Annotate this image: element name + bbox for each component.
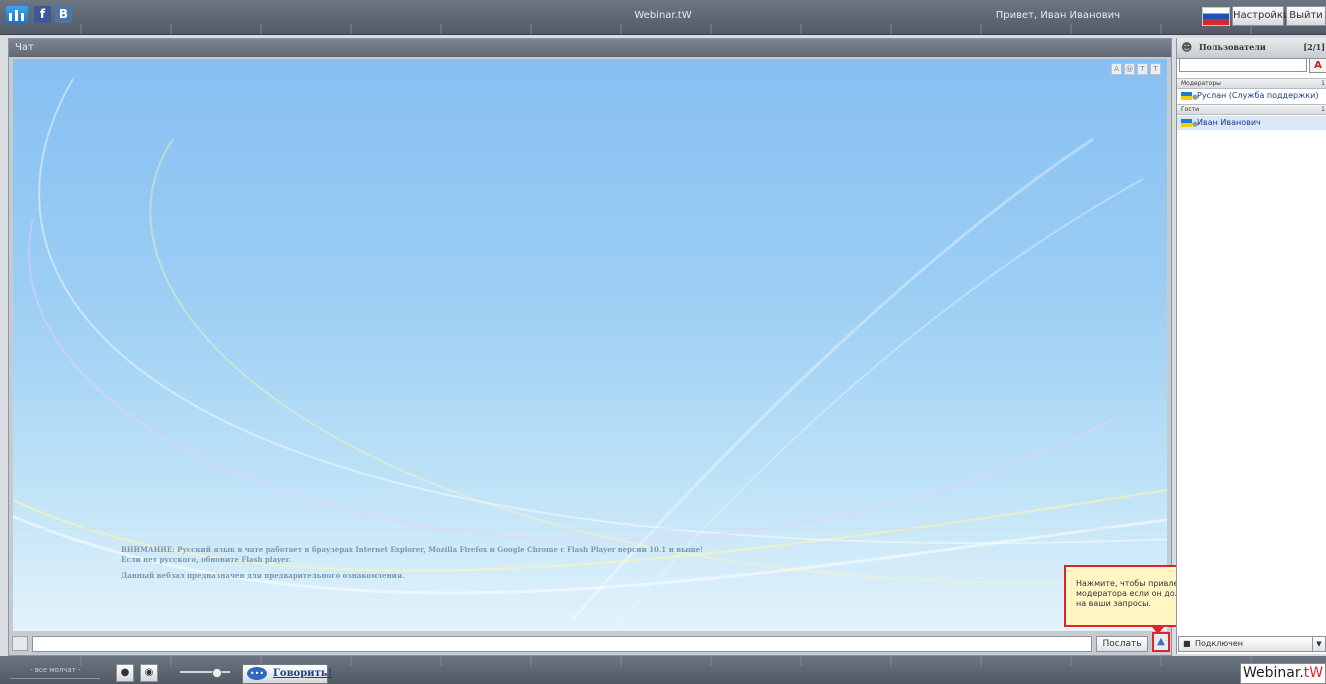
slider-knob[interactable] — [212, 668, 222, 678]
top-bar: f B Webinar.tW Привет, Иван Иванович Нас… — [0, 0, 1326, 35]
group-count: 1 — [1321, 80, 1325, 87]
font-style-icon[interactable]: A — [1309, 58, 1326, 73]
notice-line: ВНИМАНИЕ: Русский язык в чате работает в… — [121, 545, 704, 554]
send-button[interactable]: Послать — [1096, 636, 1148, 652]
chat-panel: Чат A @ T T ВНИМАНИЕ: Русский язык в чат… — [8, 38, 1172, 656]
chat-message-input[interactable] — [32, 636, 1092, 652]
group-count: 1 — [1321, 106, 1325, 113]
settings-button[interactable]: Настройки — [1232, 6, 1289, 26]
notice-line: Если нет русского, обновите Flash player… — [121, 555, 292, 564]
status-label: Подключен — [1195, 639, 1243, 648]
users-count: [2/1] — [1303, 42, 1325, 52]
mention-icon[interactable]: @ — [1124, 63, 1135, 75]
user-search-input[interactable] — [1179, 58, 1307, 72]
user-row[interactable]: ● Руслан (Служба поддержки) — [1177, 89, 1326, 103]
speaker-status-divider — [10, 678, 100, 679]
notice-line: Данный вебзал предназначен для предварит… — [121, 571, 405, 580]
chevron-down-icon[interactable]: ▼ — [1312, 637, 1325, 651]
users-icon: ☻ — [1181, 41, 1193, 54]
logout-button[interactable]: Выйти — [1286, 6, 1326, 26]
users-panel: ☻ Пользователи [2/1] A Модераторы 1 ● Ру… — [1176, 38, 1326, 654]
bottom-ornament — [0, 656, 1326, 666]
chat-tools: A @ T T — [1111, 63, 1161, 75]
country-flag-icon — [1181, 119, 1192, 127]
chat-input-row: Послать ▲ — [12, 632, 1172, 652]
users-header: ☻ Пользователи [2/1] — [1177, 38, 1326, 59]
chat-header: Чат — [9, 39, 1171, 57]
microphone-icon[interactable]: ● — [116, 664, 134, 682]
group-label: Модераторы — [1181, 80, 1221, 87]
mic-status-icon: ● — [1192, 120, 1199, 128]
connection-status-select[interactable]: ■ Подключен ▼ — [1178, 636, 1326, 652]
user-name: Иван Иванович — [1197, 118, 1261, 127]
group-guests[interactable]: Гости 1 — [1177, 104, 1326, 115]
speaker-status: - все молчат - — [30, 666, 81, 674]
tooltip-arrow — [1152, 627, 1164, 634]
smiley-icon[interactable] — [12, 636, 28, 651]
font-color-icon[interactable]: A — [1111, 63, 1122, 75]
font-size-up-icon[interactable]: T — [1137, 63, 1148, 75]
brand-text: Webinar. — [1243, 665, 1304, 681]
mic-status-icon: ● — [1192, 93, 1199, 101]
talk-button[interactable]: ••• Говорить! — [242, 664, 332, 684]
app-title: Webinar.tW — [634, 10, 692, 21]
speech-bubble-icon: ••• — [247, 667, 267, 680]
top-ornament — [0, 24, 1326, 34]
group-label: Гости — [1181, 106, 1200, 113]
users-title: Пользователи — [1199, 42, 1266, 52]
chat-notice: ВНИМАНИЕ: Русский язык в чате работает в… — [121, 545, 703, 581]
brand-logo: Webinar.tW — [1240, 663, 1326, 684]
chat-message-area[interactable]: A @ T T ВНИМАНИЕ: Русский язык в чате ра… — [13, 59, 1167, 631]
group-moderators[interactable]: Модераторы 1 — [1177, 78, 1326, 89]
font-size-down-icon[interactable]: T — [1150, 63, 1161, 75]
volume-slider[interactable] — [180, 668, 230, 678]
brand-accent-text: tW — [1303, 665, 1324, 681]
bottom-bar: - все молчат - ● ◉ ••• Говорить! — [0, 656, 1326, 684]
country-flag-icon — [1181, 92, 1192, 100]
user-name: Руслан (Служба поддержки) — [1197, 91, 1319, 100]
webcam-icon[interactable]: ◉ — [140, 664, 158, 682]
user-row[interactable]: ● Иван Иванович — [1177, 116, 1326, 130]
language-flag-icon[interactable] — [1202, 7, 1230, 26]
call-moderator-bell-icon[interactable]: ▲ — [1152, 632, 1170, 652]
person-icon: ■ — [1183, 639, 1191, 648]
user-greeting: Привет, Иван Иванович — [995, 10, 1120, 21]
slider-track — [180, 671, 230, 673]
talk-label: Говорить! — [273, 668, 332, 679]
